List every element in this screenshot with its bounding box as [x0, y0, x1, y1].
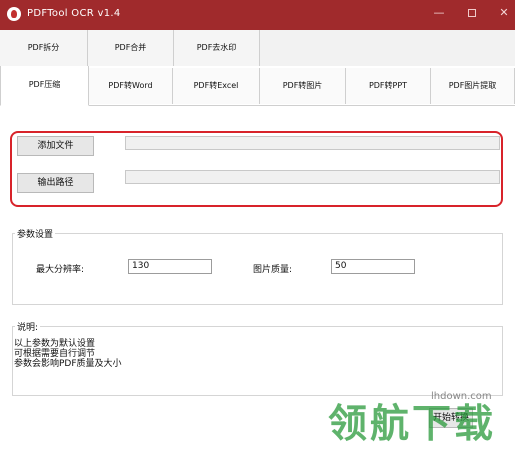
title-bar: PDFTool OCR v1.4 — ✕ [0, 0, 515, 30]
watermark-text: 领航下载 [328, 402, 497, 447]
tab-pdf-to-word[interactable]: PDF转Word [89, 68, 173, 104]
window-title: PDFTool OCR v1.4 [27, 8, 121, 19]
note-line: 参数会影响PDF质量及大小 [14, 359, 122, 369]
close-button[interactable]: ✕ [497, 6, 511, 20]
tab-pdf-remove-watermark[interactable]: PDF去水印 [174, 30, 260, 66]
tab-pdf-to-ppt[interactable]: PDF转PPT [346, 68, 431, 104]
tab-pdf-split[interactable]: PDF拆分 [0, 30, 88, 66]
max-resolution-input[interactable]: 130 [128, 259, 212, 274]
tab-pdf-image-extract[interactable]: PDF图片提取 [431, 68, 515, 104]
add-file-button[interactable]: 添加文件 [17, 136, 94, 156]
note-line: 以上参数为默认设置 [14, 339, 96, 349]
image-quality-label: 图片质量: [253, 265, 293, 275]
params-group-title: 参数设置 [15, 227, 56, 240]
tab-pdf-compress[interactable]: PDF压缩 [0, 66, 89, 106]
note-line: 可根据需要自行调节 [14, 349, 96, 359]
tab-pdf-to-image[interactable]: PDF转图片 [260, 68, 346, 104]
image-quality-input[interactable]: 50 [331, 259, 415, 274]
add-file-path-field[interactable] [125, 136, 500, 150]
maximize-button[interactable] [465, 6, 479, 20]
output-path-button[interactable]: 输出路径 [17, 173, 94, 193]
notes-group-title: 说明: [15, 320, 41, 333]
app-logo-icon [7, 7, 21, 21]
tab-pdf-to-excel[interactable]: PDF转Excel [173, 68, 260, 104]
max-resolution-label: 最大分辨率: [36, 265, 85, 275]
minimize-button[interactable]: — [432, 6, 446, 20]
tab-pdf-merge[interactable]: PDF合并 [88, 30, 174, 66]
output-path-field[interactable] [125, 170, 500, 184]
